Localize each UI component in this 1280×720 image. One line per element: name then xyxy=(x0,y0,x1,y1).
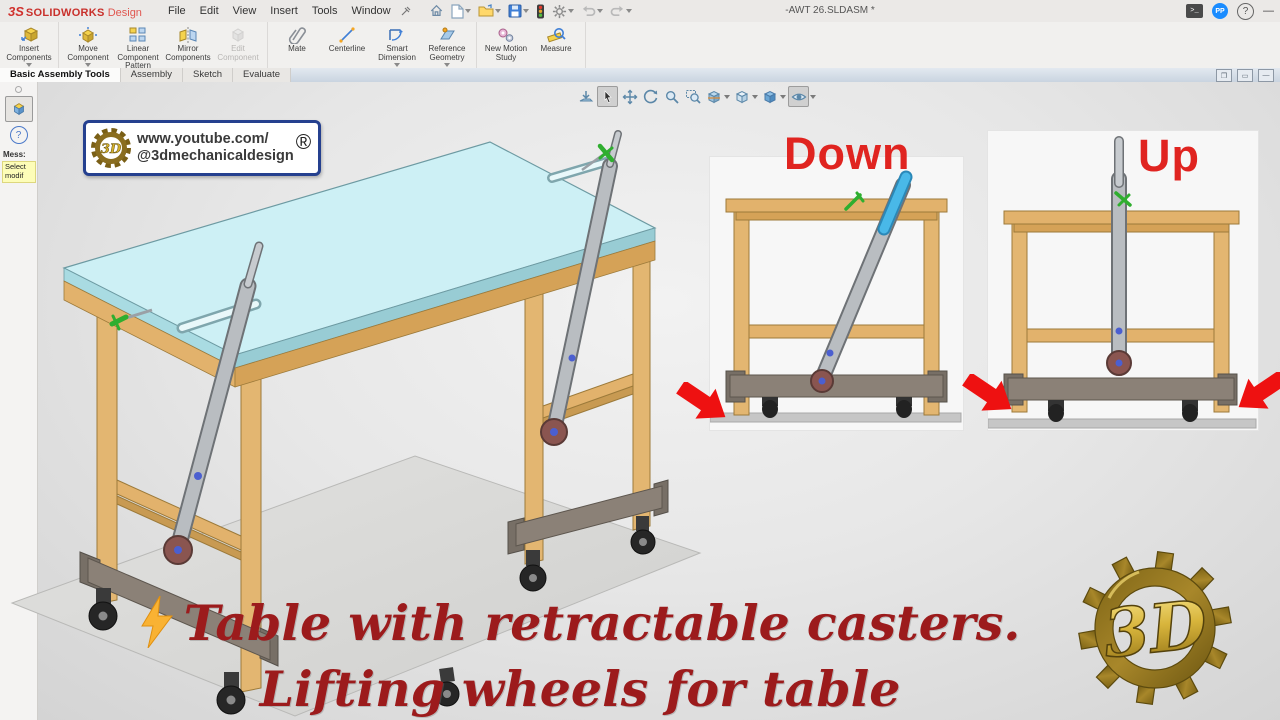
open-document-button[interactable] xyxy=(476,3,503,19)
lightning-icon xyxy=(140,596,173,648)
solidworks-logo: 3S SOLIDWORKS Design xyxy=(8,4,142,19)
titlebar-right-controls: >_ PP ? — xyxy=(1186,0,1274,22)
watermark-url-line2: @3dmechanicaldesign xyxy=(137,148,294,164)
insert-components-icon xyxy=(21,27,39,42)
options-button[interactable] xyxy=(550,3,576,20)
up-position-inset xyxy=(987,131,1258,430)
arrow-up-right-leg xyxy=(1238,372,1280,409)
insert-components-button[interactable]: Insert Components xyxy=(4,24,54,68)
button-label: Mirror Components xyxy=(165,44,211,62)
mirror-components-icon xyxy=(179,27,197,43)
arrow-down-left-leg xyxy=(676,382,726,419)
menu-view[interactable]: View xyxy=(233,5,257,17)
edit-component-button: Edit Component xyxy=(213,24,263,66)
up-position-drawing xyxy=(987,136,1257,429)
gear-logo-text: 3D xyxy=(1100,585,1211,673)
command-manager-ribbon: Insert Components Move Component Linear … xyxy=(0,22,1280,76)
undo-button[interactable] xyxy=(579,4,605,19)
home-button[interactable] xyxy=(427,3,446,19)
smart-dimension-icon xyxy=(389,29,403,41)
save-button[interactable] xyxy=(506,3,531,19)
edit-component-icon xyxy=(232,28,244,42)
mate-button[interactable]: Mate xyxy=(272,24,322,66)
button-label: New Motion Study xyxy=(484,44,528,62)
new-document-button[interactable] xyxy=(449,3,473,20)
reference-geometry-button[interactable]: Reference Geometry xyxy=(422,24,472,68)
document-window-controls: ❐ ▭ — xyxy=(1216,69,1274,82)
watermark-url-line1: www.youtube.com/ xyxy=(137,130,269,147)
solidworks-logo-glyph: 3S xyxy=(8,3,24,19)
menu-bar: File Edit View Insert Tools Window xyxy=(168,5,391,17)
smart-dimension-button[interactable]: Smart Dimension xyxy=(372,24,422,68)
menu-tools[interactable]: Tools xyxy=(312,5,338,17)
command-search-button[interactable]: >_ xyxy=(1186,4,1203,18)
tab-evaluate[interactable]: Evaluate xyxy=(233,68,292,82)
measure-icon xyxy=(547,28,566,43)
hide-show-items-icon[interactable] xyxy=(788,86,809,107)
restore-window-icon[interactable]: ❐ xyxy=(1216,69,1232,82)
button-label: Centerline xyxy=(328,44,366,53)
svg-text:3D: 3D xyxy=(101,142,122,157)
view-orientation-icon[interactable] xyxy=(732,87,751,106)
gear-3d-logo-large: 3D xyxy=(1078,550,1232,706)
menu-insert[interactable]: Insert xyxy=(270,5,298,17)
down-position-inset xyxy=(709,157,963,430)
display-style-icon[interactable] xyxy=(760,87,779,106)
menu-edit[interactable]: Edit xyxy=(200,5,219,17)
help-button[interactable]: ? xyxy=(1237,2,1254,20)
linear-component-pattern-button[interactable]: Linear Component Pattern xyxy=(113,24,163,76)
title-bar: 3S SOLIDWORKS Design File Edit View Inse… xyxy=(0,0,1280,23)
document-title: -AWT 26.SLDASM * xyxy=(785,5,875,16)
caption-line-1: Table with retractable casters. xyxy=(110,594,1050,652)
menu-file[interactable]: File xyxy=(168,5,186,17)
button-label: Smart Dimension xyxy=(378,44,416,62)
registered-mark: ® xyxy=(295,131,312,154)
move-component-button[interactable]: Move Component xyxy=(63,24,113,68)
interference-check-button[interactable] xyxy=(534,3,547,20)
new-motion-study-icon xyxy=(498,28,514,42)
centerline-button[interactable]: Centerline xyxy=(322,24,372,66)
button-label: Reference Geometry xyxy=(428,44,466,62)
new-motion-study-button[interactable]: New Motion Study xyxy=(481,24,531,66)
reference-geometry-icon xyxy=(440,27,455,40)
solidworks-window: 3S SOLIDWORKS Design File Edit View Inse… xyxy=(0,0,1280,720)
minimize-button[interactable]: — xyxy=(1263,0,1274,22)
tab-sketch[interactable]: Sketch xyxy=(182,68,234,82)
button-label: Edit Component xyxy=(217,44,259,62)
tab-assembly[interactable]: Assembly xyxy=(120,68,183,82)
close-window-icon[interactable]: — xyxy=(1258,69,1274,82)
gear-3d-logo-small: 3D xyxy=(91,128,131,168)
youtube-watermark: 3D www.youtube.com/ @3dmechanicaldesign … xyxy=(83,120,321,176)
down-label: Down xyxy=(784,128,911,179)
mate-icon xyxy=(288,27,306,44)
user-avatar[interactable]: PP xyxy=(1212,3,1228,19)
centerline-icon xyxy=(339,27,355,43)
arrow-up-left-leg xyxy=(962,374,1012,411)
maximize-window-icon[interactable]: ▭ xyxy=(1237,69,1253,82)
button-label: Measure xyxy=(540,44,572,53)
command-manager-tabs: Basic Assembly Tools Assembly Sketch Eva… xyxy=(0,68,1280,82)
button-label: Linear Component Pattern xyxy=(117,44,159,71)
brand-name: SOLIDWORKS xyxy=(25,6,105,19)
linear-pattern-icon xyxy=(129,27,146,42)
button-label: Mate xyxy=(288,44,306,53)
brand-suffix: Design xyxy=(107,6,142,19)
caption-line-2: Lifting wheels for table xyxy=(259,660,901,718)
pin-menu-icon[interactable] xyxy=(401,6,411,16)
tab-basic-assembly-tools[interactable]: Basic Assembly Tools xyxy=(0,68,121,82)
up-label: Up xyxy=(1138,130,1200,181)
move-component-icon xyxy=(79,27,97,43)
redo-button[interactable] xyxy=(608,4,634,19)
mirror-components-button[interactable]: Mirror Components xyxy=(163,24,213,66)
button-label: Move Component xyxy=(67,44,109,62)
measure-button[interactable]: Measure xyxy=(531,24,581,66)
down-position-drawing xyxy=(709,170,962,423)
quick-access-toolbar xyxy=(427,3,634,20)
menu-window[interactable]: Window xyxy=(352,5,391,17)
button-label: Insert Components xyxy=(6,44,52,62)
